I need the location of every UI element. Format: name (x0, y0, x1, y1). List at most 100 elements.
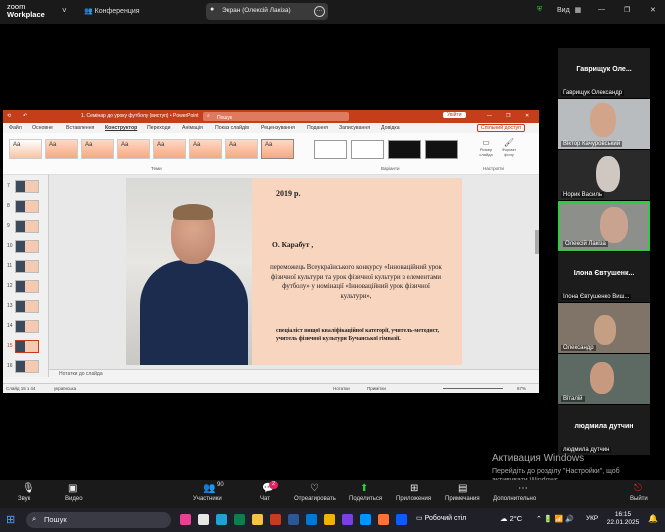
tray-icons[interactable]: ⌃ 🔋 📶 🔊 (536, 515, 574, 523)
tab-help[interactable]: Довідка (381, 125, 400, 131)
tab-home[interactable]: Основне (32, 125, 53, 131)
apps-icon[interactable]: ⊞ (410, 483, 418, 494)
participants-button[interactable]: Участники (193, 496, 222, 502)
viber-icon[interactable] (342, 514, 353, 525)
video-camera-icon[interactable]: ▣ (68, 483, 77, 494)
participants-icon[interactable]: 👥 (203, 483, 215, 494)
app-icon[interactable] (180, 514, 191, 525)
leave-button[interactable]: Выйти (630, 496, 648, 502)
slide-thumbnail[interactable] (15, 280, 39, 293)
slide-thumbnail-selected[interactable] (15, 340, 39, 353)
notification-icon[interactable]: 🔔 (648, 514, 658, 523)
microphone-icon[interactable]: 🎙 (22, 483, 35, 494)
comments-toggle[interactable]: Примітки (367, 386, 386, 391)
language-indicator[interactable]: УКР (586, 515, 598, 522)
clock[interactable]: 16:15 22.01.2025 (605, 511, 641, 527)
chrome-icon[interactable] (324, 514, 335, 525)
more-options-button[interactable]: ··· (314, 6, 325, 17)
participant-tile[interactable]: людмила дутчин людмила дутчин (558, 405, 650, 455)
restore-icon[interactable]: ❐ (624, 6, 630, 14)
search-input[interactable]: ⌕ Пошук (203, 112, 349, 121)
share-button[interactable]: Поделиться (349, 496, 382, 502)
theme-option[interactable]: Aa (225, 139, 258, 159)
zoom-icon[interactable] (396, 514, 407, 525)
slide-thumbnail[interactable] (15, 320, 39, 333)
tab-transitions[interactable]: Переходи (147, 125, 171, 131)
slide-thumbnail[interactable] (15, 360, 39, 373)
firefox-icon[interactable] (378, 514, 389, 525)
powerpoint-icon[interactable] (270, 514, 281, 525)
edge-icon[interactable] (216, 514, 227, 525)
taskbar-search-input[interactable]: ⌕ Пошук (26, 512, 171, 528)
video-button[interactable]: Видео (65, 496, 83, 502)
theme-option[interactable]: Aa (153, 139, 186, 159)
theme-option[interactable]: Aa (117, 139, 150, 159)
more-button[interactable]: Дополнительно (493, 496, 536, 502)
chat-button[interactable]: Чат (260, 496, 270, 502)
current-slide[interactable]: 2019 р. О. Карабут , переможець Всеукраї… (126, 178, 462, 365)
share-button[interactable]: Спільний доступ (477, 124, 525, 132)
heart-react-icon[interactable]: ♡ (310, 483, 319, 494)
weather-widget[interactable]: ☁ 2°C (500, 514, 522, 523)
minimize-icon[interactable]: — (598, 6, 605, 13)
notes-button[interactable]: Примечания (445, 496, 480, 502)
telegram-icon[interactable] (360, 514, 371, 525)
participant-tile[interactable]: Гаврищук Оле... Гаврищук Олександр (558, 48, 650, 98)
autosave-icon[interactable]: ⟲ (7, 113, 11, 119)
participant-tile-active-speaker[interactable]: Олексій Лакіза (558, 201, 650, 251)
desktop-button[interactable]: ▭ Робочий стіл (416, 514, 466, 522)
vertical-scrollbar[interactable] (535, 230, 539, 254)
audio-button[interactable]: Звук (18, 496, 30, 502)
notes-icon[interactable]: ▤ (458, 483, 467, 494)
chevron-down-icon[interactable]: ˅ (62, 6, 67, 15)
word-icon[interactable] (288, 514, 299, 525)
language-indicator[interactable]: українська (54, 386, 76, 391)
participant-tile[interactable]: Ілона Євтушенк... Ілона Євтушенко Виш... (558, 252, 650, 302)
slide-thumbnail[interactable] (15, 220, 39, 233)
theme-option[interactable]: Aa (189, 139, 222, 159)
slide-thumbnail[interactable] (15, 260, 39, 273)
zoom-level[interactable]: 67% (517, 386, 526, 391)
tab-view[interactable]: Подання (307, 125, 328, 131)
slide-thumbnail[interactable] (15, 180, 39, 193)
participant-tile[interactable]: Норик Василь (558, 150, 650, 200)
theme-option-selected[interactable]: Aa (261, 139, 294, 159)
apps-button[interactable]: Приложения (396, 496, 431, 502)
windows-start-icon[interactable]: ⊞ (6, 513, 15, 526)
view-button[interactable]: Вид ▦ (557, 6, 581, 14)
theme-option[interactable]: Aa (9, 139, 42, 159)
conference-button[interactable]: 👥 Конференция (84, 7, 140, 15)
tab-file[interactable]: Файл (9, 125, 22, 131)
notes-toggle[interactable]: Нотатки (333, 386, 350, 391)
variant-option[interactable] (314, 140, 347, 159)
theme-option[interactable]: Aa (45, 139, 78, 159)
minimize-icon[interactable]: — (487, 113, 492, 119)
participant-tile[interactable]: Віталій (558, 354, 650, 404)
signin-button[interactable]: Увійти (443, 112, 466, 118)
app-icon[interactable] (234, 514, 245, 525)
variant-option[interactable] (425, 140, 458, 159)
react-button[interactable]: Отреагировать (294, 496, 336, 502)
slide-size-button[interactable]: ▭ Розмір слайда (473, 138, 499, 157)
slide-thumbnail[interactable] (15, 300, 39, 313)
file-explorer-icon[interactable] (198, 514, 209, 525)
more-icon[interactable]: ⋯ (518, 483, 528, 494)
slide-thumbnail[interactable] (15, 200, 39, 213)
share-screen-icon[interactable]: ⬆ (360, 483, 368, 494)
zoom-slider[interactable] (443, 388, 503, 389)
theme-option[interactable]: Aa (81, 139, 114, 159)
screen-share-pill[interactable]: ● Экран (Олексій Лакіза) ··· (206, 3, 328, 20)
participant-tile[interactable]: Віктор Качуровський (558, 99, 650, 149)
participant-tile[interactable]: Олександр (558, 303, 650, 353)
close-icon[interactable]: ✕ (650, 6, 656, 14)
undo-icon[interactable]: ↶ (23, 113, 27, 119)
tab-slideshow[interactable]: Показ слайдів (215, 125, 249, 131)
format-background-button[interactable]: 🖌 Формат фону (497, 138, 521, 157)
tab-design[interactable]: Конструктор (105, 125, 137, 131)
restore-icon[interactable]: ❐ (506, 113, 510, 119)
leave-icon[interactable]: ⎋ (634, 483, 642, 494)
notes-pane[interactable]: Нотатки до слайда (49, 369, 539, 377)
close-icon[interactable]: ✕ (525, 113, 529, 119)
tab-animation[interactable]: Анімація (182, 125, 203, 131)
tab-review[interactable]: Рецензування (261, 125, 295, 131)
